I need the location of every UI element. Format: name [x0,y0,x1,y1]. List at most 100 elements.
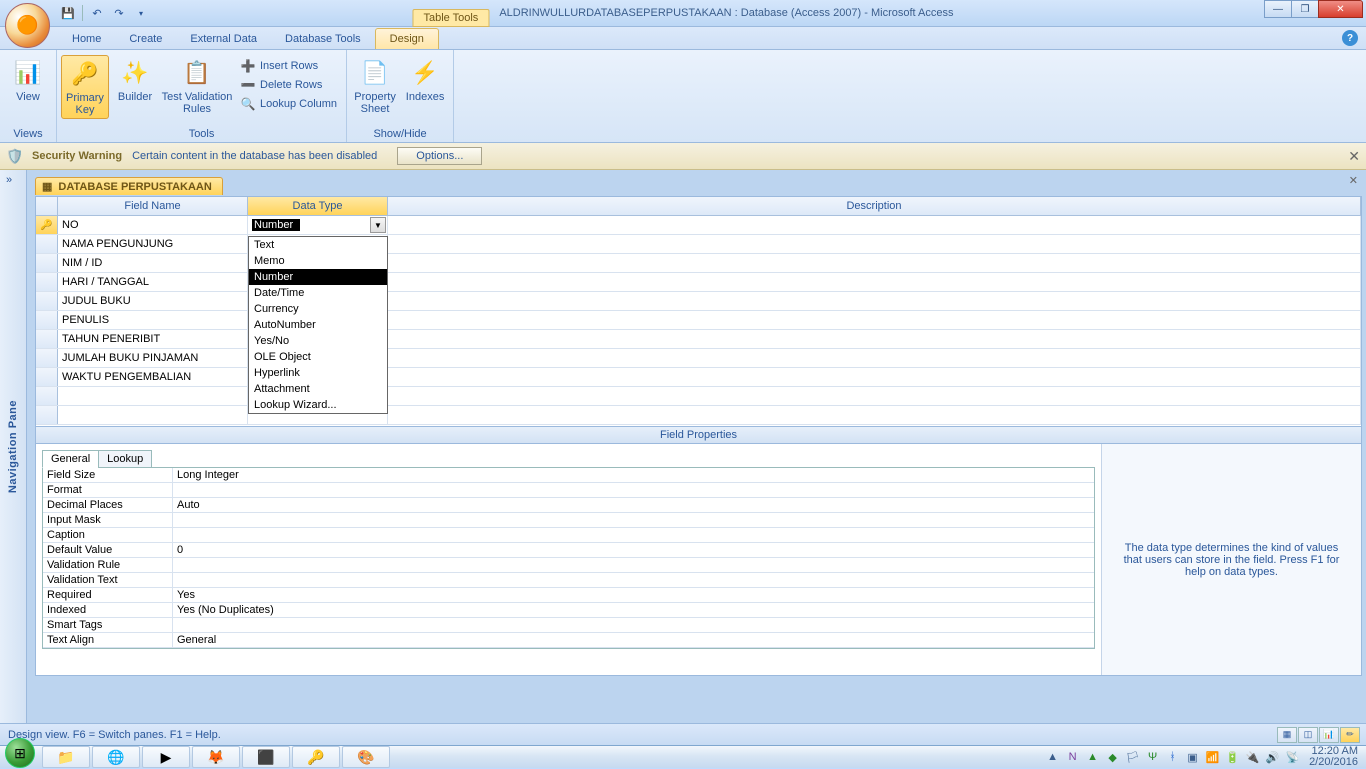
row-selector[interactable] [36,368,58,386]
view-button[interactable]: 📊 View [4,55,52,105]
taskbar-wmp[interactable]: ▶ [142,746,190,768]
property-row[interactable]: Smart Tags [43,618,1094,633]
taskbar-paint[interactable]: 🎨 [342,746,390,768]
tray-show-hidden-icon[interactable]: ▲ [1045,750,1060,765]
data-type-option[interactable]: OLE Object [249,349,387,365]
property-value[interactable]: Long Integer [173,468,1094,482]
data-type-option[interactable]: Text [249,237,387,253]
description-cell[interactable] [388,311,1361,329]
field-name-cell[interactable]: NIM / ID [58,254,248,272]
pivotchart-view-button[interactable]: 📊 [1319,727,1339,743]
description-cell[interactable] [388,254,1361,272]
field-row[interactable]: JUDUL BUKU [36,292,1361,311]
tray-network-icon[interactable]: 📶 [1205,750,1220,765]
description-cell[interactable] [388,330,1361,348]
lookup-column-button[interactable]: 🔍Lookup Column [237,95,340,113]
field-name-cell[interactable]: WAKTU PENGEMBALIAN [58,368,248,386]
property-value[interactable] [173,513,1094,527]
tab-design[interactable]: Design [375,28,439,49]
property-row[interactable]: Decimal PlacesAuto [43,498,1094,513]
tab-general[interactable]: General [42,450,99,468]
row-selector[interactable] [36,349,58,367]
field-name-cell[interactable] [58,387,248,405]
property-row[interactable]: Format [43,483,1094,498]
tray-volume-icon[interactable]: 🔊 [1265,750,1280,765]
property-row[interactable]: Validation Text [43,573,1094,588]
field-name-cell[interactable]: NO [58,216,248,234]
field-row-empty[interactable] [36,406,1361,425]
property-value[interactable] [173,558,1094,572]
taskbar-explorer[interactable]: 📁 [42,746,90,768]
primary-key-button[interactable]: 🔑 Primary Key [61,55,109,119]
field-row[interactable]: JUMLAH BUKU PINJAMAN [36,349,1361,368]
data-type-option[interactable]: Yes/No [249,333,387,349]
field-row[interactable]: TAHUN PENERIBIT [36,330,1361,349]
row-selector[interactable] [36,235,58,253]
tray-bluetooth-icon[interactable]: ᚼ [1165,750,1180,765]
tab-external-data[interactable]: External Data [176,29,271,49]
tray-wifi-icon[interactable]: 📡 [1285,750,1300,765]
undo-icon[interactable]: ↶ [87,3,107,23]
field-name-cell[interactable] [58,406,248,424]
navpane-expand-icon[interactable]: » [6,174,12,186]
data-type-option[interactable]: Hyperlink [249,365,387,381]
description-cell[interactable] [388,387,1361,405]
field-name-cell[interactable]: JUDUL BUKU [58,292,248,310]
object-tab[interactable]: ▦ DATABASE PERPUSTAKAAN [35,177,223,195]
description-cell[interactable] [388,406,1361,424]
row-selector[interactable] [36,292,58,310]
tray-battery-icon[interactable]: 🔋 [1225,750,1240,765]
delete-rows-button[interactable]: ➖Delete Rows [237,76,340,94]
save-icon[interactable]: 💾 [58,3,78,23]
data-type-cell[interactable]: Number▼ [248,216,388,234]
property-value[interactable] [173,483,1094,497]
options-button[interactable]: Options... [397,147,482,165]
data-type-header[interactable]: Data Type [248,197,388,215]
row-selector-header[interactable] [36,197,58,215]
tray-onenote-icon[interactable]: N [1065,750,1080,765]
test-validation-button[interactable]: 📋 Test Validation Rules [161,55,233,117]
indexes-button[interactable]: ⚡ Indexes [401,55,449,105]
data-type-option[interactable]: Lookup Wizard... [249,397,387,413]
datasheet-view-button[interactable]: ▦ [1277,727,1297,743]
clock[interactable]: 12:20 AM 2/20/2016 [1305,746,1362,768]
field-row[interactable]: NIM / ID [36,254,1361,273]
navigation-pane[interactable]: » Navigation Pane [0,170,27,723]
property-row[interactable]: Default Value0 [43,543,1094,558]
row-selector[interactable]: 🔑 [36,216,58,234]
start-button[interactable]: ⊞ [0,746,40,769]
help-icon[interactable]: ? [1342,30,1358,46]
data-type-dropdown[interactable]: TextMemoNumberDate/TimeCurrencyAutoNumbe… [248,236,388,414]
field-name-cell[interactable]: PENULIS [58,311,248,329]
data-type-option[interactable]: Attachment [249,381,387,397]
property-value[interactable] [173,528,1094,542]
taskbar-access[interactable]: 🔑 [292,746,340,768]
property-value[interactable]: 0 [173,543,1094,557]
property-row[interactable]: Validation Rule [43,558,1094,573]
redo-icon[interactable]: ↷ [109,3,129,23]
row-selector[interactable] [36,406,58,424]
taskbar-cmd[interactable]: ⬛ [242,746,290,768]
field-row[interactable]: PENULIS [36,311,1361,330]
tray-action-center-icon[interactable]: 🏳 [1125,750,1140,765]
tray-smadav-icon[interactable]: ◆ [1105,750,1120,765]
property-row[interactable]: Input Mask [43,513,1094,528]
tray-idm-icon[interactable]: ▲ [1085,750,1100,765]
description-cell[interactable] [388,273,1361,291]
description-cell[interactable] [388,292,1361,310]
close-warning-icon[interactable]: ✕ [1348,148,1360,165]
property-value[interactable]: Auto [173,498,1094,512]
property-row[interactable]: Field SizeLong Integer [43,468,1094,483]
pivottable-view-button[interactable]: ◫ [1298,727,1318,743]
row-selector[interactable] [36,387,58,405]
field-name-cell[interactable]: JUMLAH BUKU PINJAMAN [58,349,248,367]
tab-lookup[interactable]: Lookup [98,450,152,468]
property-sheet-button[interactable]: 📄 Property Sheet [351,55,399,117]
property-row[interactable]: Text AlignGeneral [43,633,1094,648]
property-row[interactable]: IndexedYes (No Duplicates) [43,603,1094,618]
field-row[interactable]: HARI / TANGGAL [36,273,1361,292]
data-type-option[interactable]: Memo [249,253,387,269]
description-cell[interactable] [388,368,1361,386]
qat-customize-icon[interactable]: ▾ [131,3,151,23]
close-button[interactable]: ✕ [1318,0,1363,18]
